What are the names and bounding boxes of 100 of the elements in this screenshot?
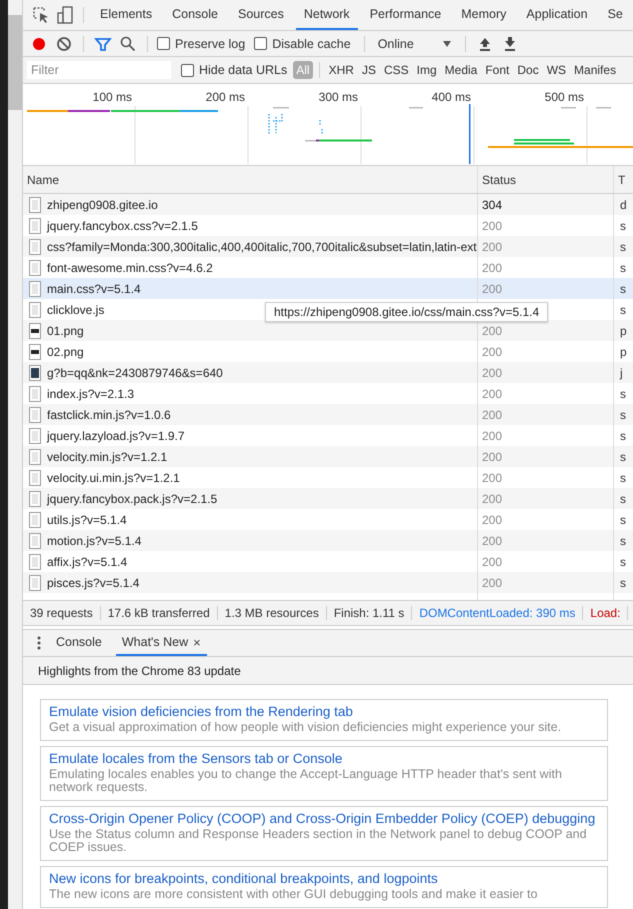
disable-cache-checkbox[interactable]: Disable cache [254,36,351,50]
request-name: velocity.min.js?v=1.2.1 [47,450,168,464]
document-icon [29,574,41,590]
type-filter[interactable]: Manifes [571,61,620,79]
document-icon [29,532,41,548]
device-icon[interactable] [55,5,75,25]
status-code: 200 [482,240,502,254]
status-code: 200 [482,534,502,548]
type-text: s [620,554,626,568]
request-row[interactable]: velocity.min.js?v=1.2.1 200 s [23,446,633,467]
request-row[interactable]: motion.js?v=5.1.4 200 s [23,530,633,551]
request-row[interactable]: 01.png 200 p [23,320,633,341]
status-code: 200 [482,470,502,484]
time-tick-label: 400 ms [432,90,471,104]
type-text: s [620,408,626,422]
type-filter[interactable]: Font [482,61,512,79]
request-name: clicklove.js [47,302,104,316]
filter-field[interactable]: Filter [27,61,171,79]
feature-card[interactable]: Emulate vision deficiencies from the Rendering tab Get a visual approximation of how people with vision deficiencies might experience your site. [40,699,608,741]
time-tick-label: 200 ms [206,90,245,104]
request-name: affix.js?v=5.1.4 [47,554,128,568]
close-icon[interactable]: × [193,634,201,650]
hide-data-urls-checkbox[interactable]: Hide data URLs [181,63,288,77]
feature-link[interactable]: Emulate locales from the Sensors tab or Console [49,751,599,766]
feature-link[interactable]: Emulate vision deficiencies from the Rendering tab [49,704,599,719]
feature-link[interactable]: Cross-Origin Opener Policy (COOP) and Cross-Origin Embedder Policy (COEP) debugging [49,811,599,826]
caret-icon [442,40,452,48]
time-tick-label: 500 ms [544,90,584,104]
panel-tab[interactable]: Performance [362,0,450,30]
feature-description: The new icons are more consistent with other GUI debugging tools and make it easier to [49,888,538,901]
type-filter[interactable]: Doc [514,61,542,79]
status-code: 200 [482,344,502,358]
whats-new-heading: Highlights from the Chrome 83 update [38,664,241,678]
feature-description: Emulating locales enables you to change the Accept-Language HTTP header that's sent with network requests. [49,768,563,794]
tab-label[interactable]: Console [56,635,102,649]
feature-card[interactable]: Cross-Origin Opener Policy (COOP) and Cross-Origin Embedder Policy (COEP) debugging Use the Status column and Response Headers section in the Network panel to debug COOP and COEP issues. [40,806,608,861]
panel-tab[interactable]: Elements [92,0,160,30]
panel-tab[interactable]: Se [600,0,631,30]
request-row[interactable]: zhipeng0908.gitee.io 304 d [23,194,633,215]
type-filter[interactable]: JS [358,61,379,79]
request-row[interactable]: fastclick.min.js?v=1.0.6 200 s [23,404,633,425]
status-code: 200 [482,450,502,464]
feature-card[interactable]: New icons for breakpoints, conditional breakpoints, and logpoints The new icons are more consistent with other GUI debugging tools and make it easier to [40,866,608,908]
panel-tab[interactable]: Application [518,0,596,30]
feature-link[interactable]: New icons for breakpoints, conditional breakpoints, and logpoints [49,871,599,886]
image-icon [29,322,41,338]
request-row[interactable]: jquery.fancybox.pack.js?v=2.1.5 200 s [23,488,633,509]
image-icon [29,344,41,360]
type-filter[interactable]: Img [414,61,440,79]
panel-tab[interactable]: Console [164,0,226,30]
type-filter[interactable]: WS [544,61,570,79]
type-text: s [620,470,626,484]
status-code: 200 [482,324,502,338]
feature-card[interactable]: Emulate locales from the Sensors tab or Console Emulating locales enables you to change the Accept-Language HTTP header that's sent with network requests. [40,746,608,801]
request-row[interactable]: main.css?v=5.1.4 200 s [23,278,633,299]
status-code: 200 [482,386,502,400]
request-name: jquery.fancybox.css?v=2.1.5 [47,218,198,232]
request-name: g?b=qq&nk=2430879746&s=640 [47,366,223,380]
request-name: zhipeng0908.gitee.io [47,198,158,212]
document-icon [29,280,41,296]
scrollbar[interactable] [8,0,22,909]
status-code: 200 [482,512,502,526]
search-icon[interactable] [118,34,138,54]
status-code: 200 [482,492,502,506]
time-tick-label: 300 ms [318,90,358,104]
panel-tab[interactable]: Sources [230,0,292,30]
request-name: jquery.fancybox.pack.js?v=2.1.5 [47,492,218,506]
status-code: 200 [482,576,502,590]
type-text: s [620,218,626,232]
preserve-log-checkbox[interactable]: Preserve log [157,36,246,50]
type-text: s [620,282,626,296]
column-header[interactable]: Name [23,166,478,193]
request-row[interactable]: g?b=qq&nk=2430879746&s=640 200 j [23,362,633,383]
document-icon [29,260,41,276]
more-icon[interactable] [36,635,42,651]
drawer-tab[interactable]: Console [50,630,108,656]
document-icon [29,302,41,318]
panel-tab[interactable]: Memory [453,0,514,30]
request-name: jquery.lazyload.js?v=1.9.7 [47,428,185,442]
type-text: s [620,450,626,464]
request-name: 02.png [47,344,84,358]
document-icon [29,448,41,464]
throttling-dropdown[interactable]: Online [374,36,456,50]
column-header[interactable]: Status [478,166,614,193]
request-row[interactable]: pisces.js?v=5.1.4 200 s [23,572,633,593]
status-text: 17.6 kB transferred [100,606,218,620]
tab-label[interactable]: What's New [122,635,188,649]
type-text: s [620,240,626,254]
request-name: 01.png [47,324,84,338]
request-row[interactable]: css?family=Monda:300,300italic,400,400italic,700,700italic&subset=latin,latin-ext 200 s [23,236,633,257]
status-code: 200 [482,554,502,568]
type-filter[interactable]: CSS [380,61,412,79]
document-icon [29,406,41,422]
document-icon [29,470,41,486]
column-header[interactable]: T [614,166,633,193]
request-name: motion.js?v=5.1.4 [47,534,142,548]
type-filter[interactable]: XHR [326,61,357,79]
request-name: index.js?v=2.1.3 [47,386,134,400]
type-filter[interactable]: Media [442,61,480,79]
type-text: s [620,534,626,548]
